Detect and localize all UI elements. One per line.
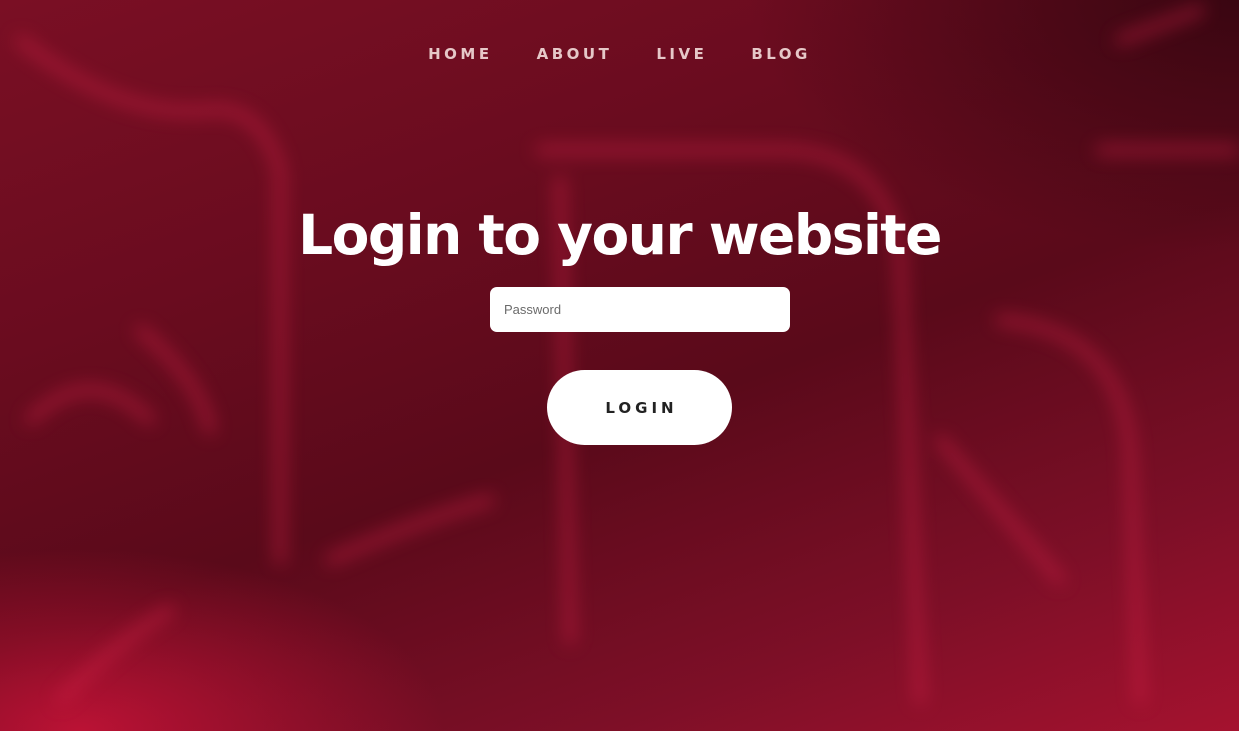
background-circuit-art xyxy=(15,5,1239,705)
nav-link-home[interactable]: HOME xyxy=(428,45,492,63)
login-button[interactable]: LOGIN xyxy=(547,370,732,445)
nav-link-live[interactable]: LIVE xyxy=(656,45,707,63)
page-title: Login to your website xyxy=(298,203,942,267)
nav-link-blog[interactable]: BLOG xyxy=(751,45,811,63)
nav-link-about[interactable]: ABOUT xyxy=(537,45,613,63)
main-navigation: HOME ABOUT LIVE BLOG xyxy=(0,45,1239,63)
password-input[interactable] xyxy=(490,287,790,332)
